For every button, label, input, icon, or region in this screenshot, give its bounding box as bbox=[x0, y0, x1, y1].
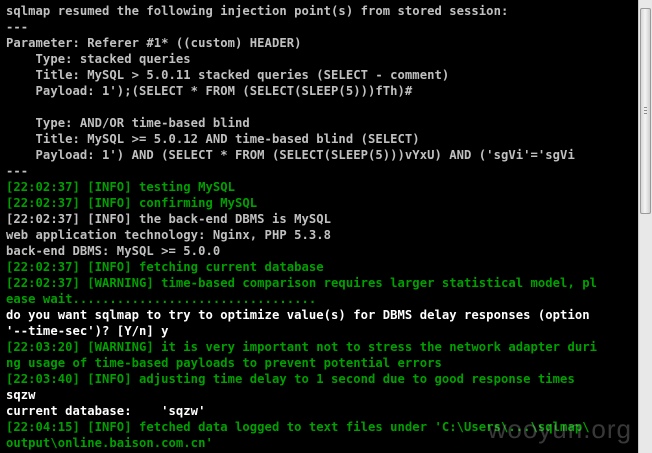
console-line: Title: MySQL > 5.0.11 stacked queries (S… bbox=[6, 68, 450, 82]
console-line: --- bbox=[6, 164, 29, 178]
vertical-scrollbar[interactable] bbox=[638, 0, 652, 453]
console-line: Payload: 1') AND (SELECT * FROM (SELECT(… bbox=[6, 148, 575, 162]
grip-line bbox=[644, 113, 647, 114]
console-line: sqzw bbox=[6, 388, 36, 402]
console-line: ease wait...............................… bbox=[6, 292, 317, 306]
console-line: back-end DBMS: MySQL >= 5.0.0 bbox=[6, 244, 221, 258]
grip-line bbox=[644, 110, 647, 111]
console-window: sqlmap resumed the following injection p… bbox=[0, 0, 652, 453]
console-line: web application technology: Nginx, PHP 5… bbox=[6, 228, 332, 242]
console-line: do you want sqlmap to try to optimize va… bbox=[6, 308, 590, 322]
console-line: Title: MySQL >= 5.0.12 AND time-based bl… bbox=[6, 132, 420, 146]
console-line: [22:02:37] [WARNING] time-based comparis… bbox=[6, 276, 597, 290]
console-line: --- bbox=[6, 20, 29, 34]
console-line: Payload: 1');(SELECT * FROM (SELECT(SLEE… bbox=[6, 84, 413, 98]
watermark-text: wooyun.org bbox=[487, 414, 632, 444]
console-line: [22:02:37] [INFO] confirming MySQL bbox=[6, 196, 258, 210]
console-line: ng usage of time-based payloads to preve… bbox=[6, 356, 442, 370]
console-line: Type: AND/OR time-based blind bbox=[6, 116, 250, 130]
console-line: '--time-sec')? [Y/n] y bbox=[6, 324, 169, 338]
console-line: [22:03:20] [WARNING] it is very importan… bbox=[6, 340, 597, 354]
console-line: [22:02:37] [INFO] testing MySQL bbox=[6, 180, 236, 194]
console-line: [22:03:40] [INFO] adjusting time delay t… bbox=[6, 372, 575, 386]
console-line: [22:02:37] [INFO] the back-end DBMS is M… bbox=[6, 212, 332, 226]
console-output: sqlmap resumed the following injection p… bbox=[0, 0, 638, 453]
console-line: Parameter: Referer #1* ((custom) HEADER) bbox=[6, 36, 302, 50]
console-line: Type: stacked queries bbox=[6, 52, 191, 66]
console-line: sqlmap resumed the following injection p… bbox=[6, 4, 509, 18]
console-line: [22:02:37] [INFO] fetching current datab… bbox=[6, 260, 324, 274]
grip-line bbox=[644, 107, 647, 108]
scrollbar-thumb[interactable] bbox=[640, 8, 651, 214]
